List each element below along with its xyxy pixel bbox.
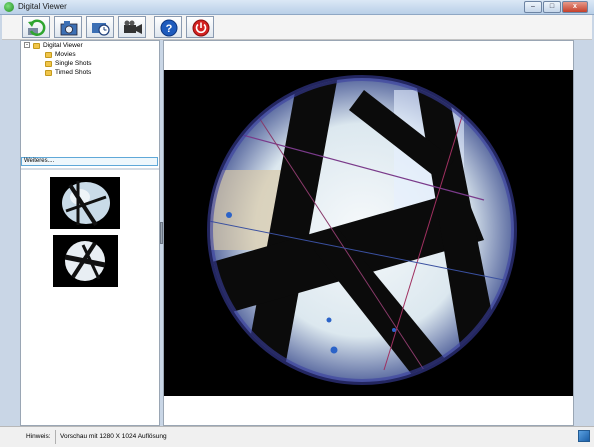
status-separator (55, 430, 56, 444)
panel-divider (21, 168, 159, 170)
more-button[interactable]: Weiteres.... (21, 157, 158, 166)
tree-item-label: Digital Viewer (43, 42, 83, 49)
thumbnail-2[interactable] (53, 235, 118, 287)
microscope-image (164, 70, 573, 396)
refresh-icon (28, 19, 46, 36)
minimize-button[interactable]: – (524, 1, 542, 13)
tree-expander[interactable]: - (24, 42, 30, 48)
folder-icon (45, 52, 52, 58)
thumbnail-1[interactable] (50, 177, 120, 229)
tree-item-label: Movies (55, 51, 76, 58)
status-bar: Hinweis: Vorschau mit 1280 X 1024 Auflös… (0, 426, 594, 447)
power-icon (192, 19, 210, 37)
help-button[interactable]: ? (154, 16, 182, 38)
folder-tree: - Digital Viewer Movies Single Shots Tim… (21, 41, 159, 153)
status-label: Hinweis: (26, 433, 51, 440)
thumbnail-image (53, 235, 118, 287)
thumbnail-image (50, 177, 120, 229)
window-controls: – □ x (524, 1, 588, 13)
video-camera-icon (124, 20, 142, 34)
folder-icon (45, 70, 52, 76)
tree-item-label: Single Shots (55, 60, 92, 67)
power-button[interactable] (186, 16, 214, 38)
close-button[interactable]: x (562, 1, 588, 13)
window-title: Digital Viewer (18, 2, 67, 11)
tree-item-label: Timed Shots (55, 69, 92, 76)
help-icon: ? (160, 19, 178, 37)
timed-capture-button[interactable] (86, 16, 114, 38)
status-text: Vorschau mit 1280 X 1024 Auflösung (60, 433, 167, 440)
maximize-button[interactable]: □ (543, 1, 561, 13)
camera-icon (60, 21, 78, 36)
title-bar: Digital Viewer – □ x (0, 0, 594, 15)
preview-panel (163, 40, 574, 426)
capture-photo-button[interactable] (54, 16, 82, 38)
refresh-button[interactable] (22, 16, 50, 38)
resize-grip-icon[interactable] (578, 430, 590, 442)
timer-icon (92, 23, 110, 36)
help-glyph: ? (166, 23, 173, 35)
microscope-preview[interactable] (164, 70, 573, 396)
video-record-button[interactable] (118, 16, 146, 38)
folder-icon (33, 43, 40, 49)
app-icon (4, 2, 14, 12)
sidebar-panel: - Digital Viewer Movies Single Shots Tim… (20, 40, 160, 426)
folder-icon (45, 61, 52, 67)
toolbar: ? (2, 15, 592, 40)
